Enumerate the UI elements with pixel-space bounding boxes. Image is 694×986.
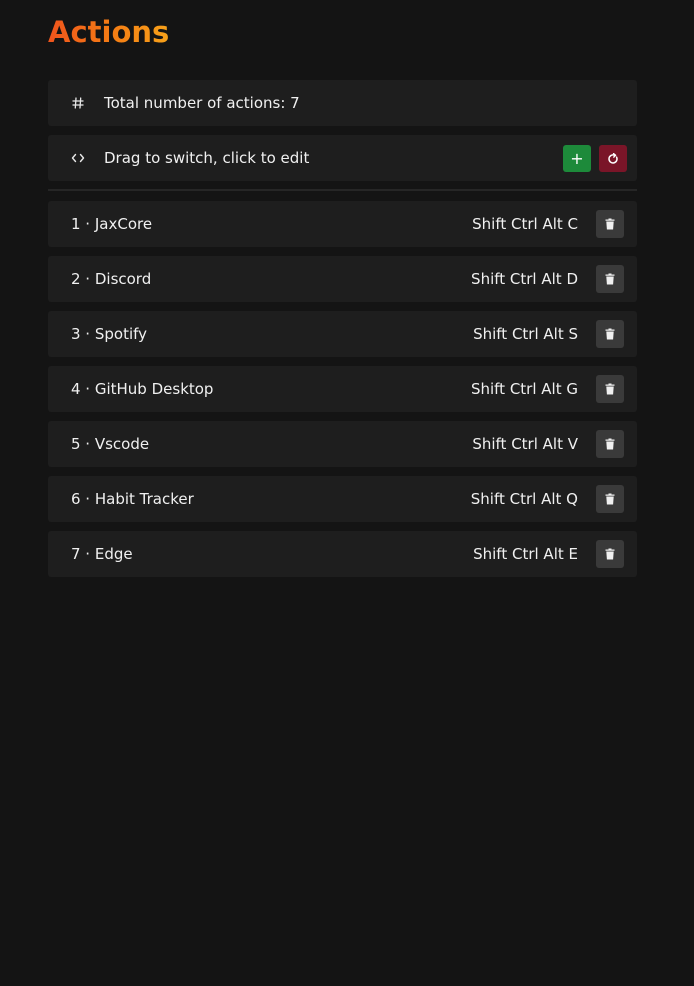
action-row[interactable]: 1 · JaxCore Shift Ctrl Alt C [48,201,637,247]
delete-action-button[interactable] [596,485,624,513]
trash-icon [605,548,615,560]
action-name: 2 · Discord [71,270,152,288]
action-shortcut: Shift Ctrl Alt V [472,435,578,453]
action-row[interactable]: 2 · Discord Shift Ctrl Alt D [48,256,637,302]
action-name: 3 · Spotify [71,325,148,343]
action-name: 6 · Habit Tracker [71,490,194,508]
action-shortcut: Shift Ctrl Alt E [473,545,578,563]
controls-panel: Drag to switch, click to edit + [48,135,637,181]
divider [48,189,637,191]
trash-icon [605,383,615,395]
trash-icon [605,218,615,230]
action-shortcut: Shift Ctrl Alt G [470,380,578,398]
delete-action-button[interactable] [596,430,624,458]
action-name: 7 · Edge [71,545,133,563]
delete-action-button[interactable] [596,375,624,403]
action-name: 1 · JaxCore [71,215,153,233]
trash-icon [605,328,615,340]
action-name: 5 · Vscode [71,435,150,453]
code-brackets-icon [68,135,88,181]
action-row[interactable]: 4 · GitHub Desktop Shift Ctrl Alt G [48,366,637,412]
action-row[interactable]: 5 · Vscode Shift Ctrl Alt V [48,421,637,467]
delete-action-button[interactable] [596,265,624,293]
trash-icon [605,273,615,285]
actions-page: Actions Total number of actions: 7 Drag … [0,0,694,986]
action-row[interactable]: 7 · Edge Shift Ctrl Alt E [48,531,637,577]
trash-icon [605,438,615,450]
trash-icon [605,493,615,505]
action-shortcut: Shift Ctrl Alt D [471,270,578,288]
page-title: Actions [48,12,169,52]
action-shortcut: Shift Ctrl Alt C [472,215,578,233]
action-row[interactable]: 6 · Habit Tracker Shift Ctrl Alt Q [48,476,637,522]
delete-action-button[interactable] [596,540,624,568]
action-row[interactable]: 3 · Spotify Shift Ctrl Alt S [48,311,637,357]
delete-action-button[interactable] [596,210,624,238]
plus-icon: + [570,148,584,168]
controls-hint-text: Drag to switch, click to edit [104,149,310,167]
delete-action-button[interactable] [596,320,624,348]
hash-icon [68,80,88,126]
action-shortcut: Shift Ctrl Alt Q [470,490,578,508]
add-action-button[interactable]: + [563,145,591,172]
reset-icon [608,152,618,164]
summary-panel: Total number of actions: 7 [48,80,637,126]
reset-actions-button[interactable] [599,145,627,172]
action-shortcut: Shift Ctrl Alt S [473,325,578,343]
actions-count-text: Total number of actions: 7 [104,94,300,112]
action-name: 4 · GitHub Desktop [71,380,214,398]
